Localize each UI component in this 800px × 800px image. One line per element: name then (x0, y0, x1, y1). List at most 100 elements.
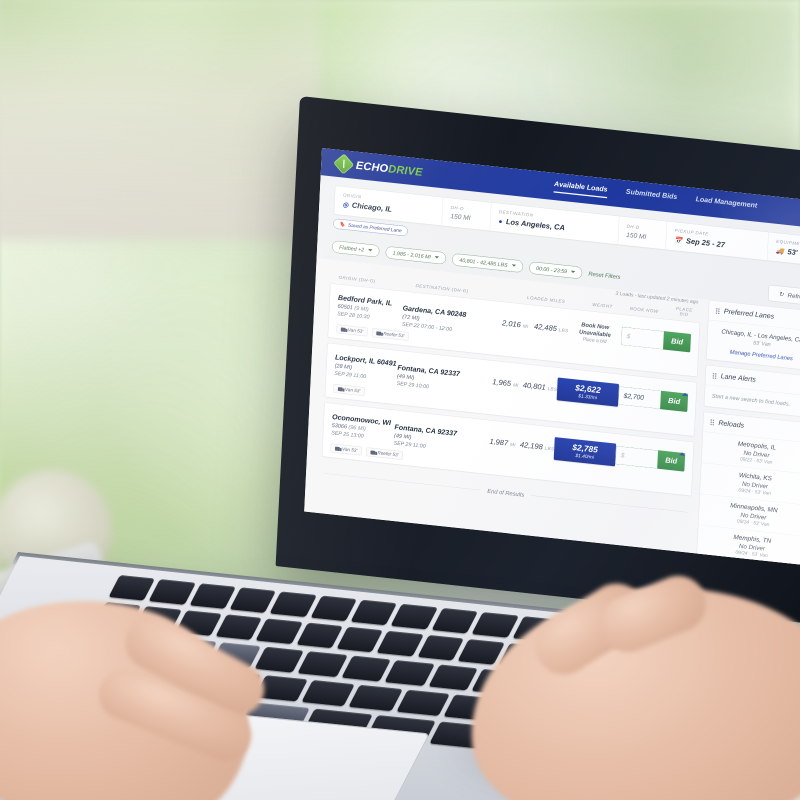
chip-label: 40,801 - 42,485 LBS (459, 256, 508, 268)
lane-alerts-empty: Start a new search to find loads. (711, 392, 791, 408)
origin-stop: Bedford Park, IL 60501 (9 MI) SEP 28 10:… (337, 294, 403, 323)
tag-label: Van 53' (341, 446, 358, 454)
logo-drive: DRIVE (387, 162, 423, 179)
keyboard-key[interactable] (301, 680, 356, 707)
reset-filters-link[interactable]: Reset Filters (588, 270, 620, 280)
loaded-miles-value: 2,016 (501, 318, 521, 329)
origin-stop: Lockport, IL 60491 (28 MI) SEP 29 11:00 (334, 354, 398, 383)
reloads-title: Reloads (718, 419, 745, 430)
weight-value: 42,198 (519, 440, 543, 451)
origin-dh-value: 150 MI (450, 212, 471, 222)
keyboard-key[interactable] (391, 603, 438, 630)
lane-alerts-title: Lane Alerts (720, 372, 757, 384)
right-sidebar: Preferred Lanes Chicago, IL - Los Angele… (694, 299, 800, 567)
drag-handle-icon[interactable] (710, 419, 715, 426)
logo-wordmark: ECHODRIVE (356, 159, 423, 179)
keyboard-key[interactable] (384, 660, 435, 686)
keyboard-key[interactable] (350, 599, 398, 626)
keyboard-key[interactable] (471, 612, 519, 638)
tag-label: Van 53' (347, 327, 364, 335)
book-now-button[interactable]: $2,622 $1.33/mi (556, 377, 620, 407)
weight-unit: LBS (544, 445, 555, 452)
drag-handle-icon[interactable] (715, 307, 720, 314)
weight-cell: 40,801 LBS (518, 380, 558, 393)
destination-stop: Fontana, CA 92337 (49 MI) SEP 29 11:00 (394, 416, 476, 454)
keyboard-key[interactable] (255, 618, 303, 645)
truck-icon (376, 331, 382, 336)
map-pin-icon: ● (498, 217, 503, 226)
destination-field[interactable]: DESTINATION ● Los Angeles, CA (489, 202, 619, 245)
bid-group: $ Bid (615, 445, 686, 472)
book-now-cell: $2,785 $1.40/mi (553, 436, 617, 467)
echo-diamond-logo-icon (333, 153, 355, 175)
refresh-label: Refresh (787, 291, 800, 301)
chip-label: Flatbed +2 (339, 243, 365, 253)
weight-value: 42,485 (533, 321, 558, 333)
saved-pill-label: Saved as Preferred Lane (347, 222, 402, 234)
keyboard-key[interactable] (229, 587, 277, 613)
chevron-down-icon (367, 248, 373, 254)
pickup-date-field[interactable]: PICKUP DATE 📅 Sep 25 - 27 (665, 221, 769, 261)
laptop: ECHODRIVE Available Loads Submitted Bids… (0, 0, 800, 800)
results-column: 3 Loads - last updated 2 minutes ago ORI… (320, 260, 701, 527)
chevron-down-icon[interactable] (681, 392, 689, 397)
chevron-down-icon (434, 255, 440, 261)
keyboard-key[interactable] (431, 607, 479, 634)
laptop-screen: ECHODRIVE Available Loads Submitted Bids… (304, 148, 800, 567)
truck-icon (337, 386, 343, 392)
book-now-button[interactable]: $2,785 $1.40/mi (553, 436, 617, 467)
bookmark-icon: 🔖 (339, 221, 346, 228)
keyboard-key[interactable] (310, 595, 358, 622)
bid-group: $ Bid (620, 326, 692, 353)
keyboard-key[interactable] (148, 579, 196, 605)
header-weight: WEIGHT (592, 302, 613, 310)
filter-chip-miles[interactable]: 1,985 - 2,016 MI (385, 245, 447, 265)
truck-icon (340, 327, 346, 332)
keyboard-key[interactable] (336, 626, 384, 653)
dest-dh-field[interactable]: DH-D 150 MI (617, 216, 667, 250)
keyboard-key[interactable] (189, 583, 237, 609)
origin-dh-field[interactable]: DH-O 150 MI (441, 197, 491, 231)
app-logo[interactable]: ECHODRIVE (333, 153, 423, 180)
loaded-miles-cell: 1,965 MI (478, 376, 519, 389)
bid-input[interactable]: $ (615, 445, 659, 469)
keyboard-key[interactable] (296, 622, 344, 649)
destination-stop: Gardena, CA 90248 (72 MI) SEP 22 07:00 -… (402, 298, 487, 336)
loaded-miles-cell: 2,016 MI (486, 317, 529, 330)
filter-chip-equipment[interactable]: Flatbed +2 (331, 240, 380, 258)
weight-value: 40,801 (522, 380, 546, 392)
filter-chip-time[interactable]: 00:00 - 23:59 (528, 261, 583, 280)
bid-input[interactable]: $ (620, 326, 664, 350)
calendar-icon: 📅 (674, 236, 683, 245)
chip-label: 1,985 - 2,016 MI (392, 249, 432, 260)
chevron-down-icon[interactable] (678, 452, 686, 456)
preferred-lanes-body: Chicago, IL - Los Angeles, CA 53' Van Ma… (707, 320, 800, 371)
place-bid-cell: $ Bid (615, 445, 686, 472)
keyboard-key[interactable] (269, 591, 317, 618)
filter-chip-weight[interactable]: 40,801 - 42,485 LBS (452, 252, 524, 273)
tab-available-loads[interactable]: Available Loads (553, 180, 608, 199)
keyboard-key[interactable] (341, 655, 392, 682)
target-icon: ◎ (342, 200, 349, 209)
keyboard-key[interactable] (348, 684, 403, 712)
tab-submitted-bids[interactable]: Submitted Bids (625, 188, 678, 206)
keyboard-key[interactable] (215, 614, 263, 640)
equipment-field[interactable]: EQUIPMENT 🚚 53' Van (766, 232, 800, 266)
equipment-value: 53' Van (787, 247, 800, 259)
dest-dh-value: 150 MI (626, 230, 647, 241)
bid-button[interactable]: Bid (663, 330, 692, 353)
keyboard-key[interactable] (428, 664, 479, 691)
truck-icon (370, 450, 376, 455)
keyboard-key[interactable] (417, 634, 465, 661)
pickup-date-value: Sep 25 - 27 (685, 236, 726, 250)
keyboard-key[interactable] (377, 630, 424, 657)
tab-load-management[interactable]: Load Management (695, 195, 758, 214)
drag-handle-icon[interactable] (712, 372, 717, 379)
refresh-button[interactable]: ↻ Refresh (768, 284, 800, 307)
keyboard-key[interactable] (297, 651, 348, 678)
bid-group: $2,700 Bid (618, 386, 689, 412)
keyboard-key[interactable] (254, 646, 305, 673)
weight-cell: 42,198 LBS (516, 440, 555, 453)
bid-input[interactable]: $2,700 (618, 386, 662, 409)
chevron-down-icon (511, 264, 516, 269)
